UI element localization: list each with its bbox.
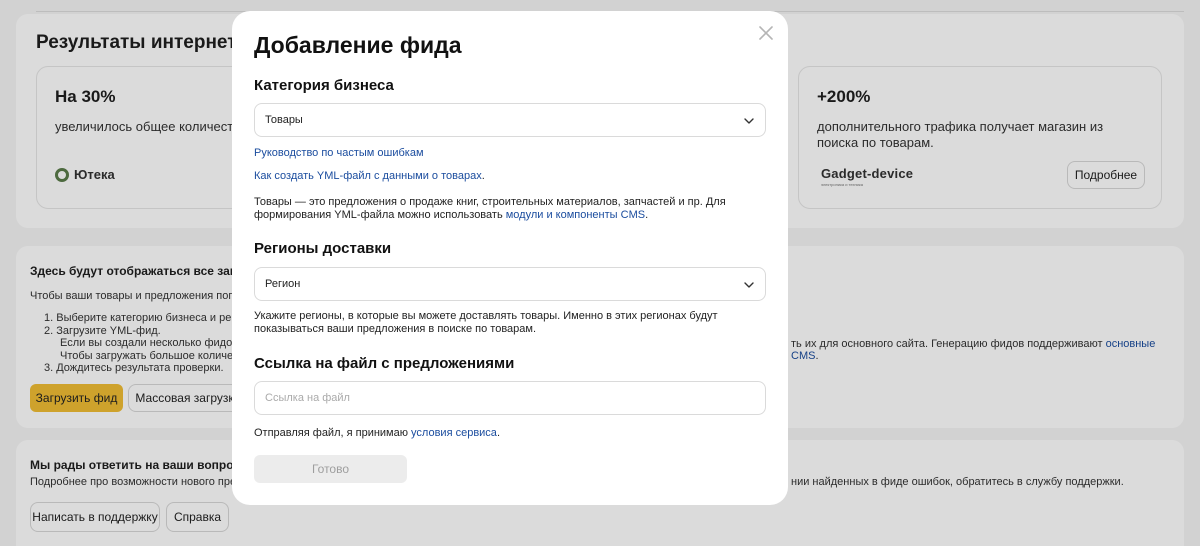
category-info-end: . bbox=[645, 209, 649, 221]
add-feed-modal: Добавление фида Категория бизнеса Товары… bbox=[232, 11, 788, 505]
category-info-text: Товары — это предложения о продаже книг,… bbox=[254, 196, 726, 221]
yml-link-end: . bbox=[481, 170, 485, 182]
regions-info: Укажите регионы, в которые вы можете дос… bbox=[254, 310, 718, 335]
region-select-value: Регион bbox=[265, 278, 301, 290]
regions-section-title: Регионы доставки bbox=[254, 240, 392, 257]
agreement-text: Отправляя файл, я принимаю условия серви… bbox=[254, 427, 764, 440]
close-button[interactable] bbox=[758, 25, 774, 41]
category-select-value: Товары bbox=[265, 114, 303, 126]
category-info: Товары — это предложения о продаже книг,… bbox=[254, 196, 764, 222]
modal-title: Добавление фида bbox=[254, 32, 462, 58]
chevron-down-icon bbox=[744, 282, 754, 288]
agreement-end: . bbox=[496, 427, 500, 439]
service-terms-link[interactable]: условия сервиса bbox=[411, 427, 497, 439]
region-select[interactable]: Регион bbox=[254, 267, 766, 301]
done-button[interactable]: Готово bbox=[254, 455, 407, 483]
close-icon bbox=[759, 26, 773, 40]
common-errors-guide-link[interactable]: Руководство по частым ошибкам bbox=[254, 147, 424, 159]
yml-guide: Как создать YML-файл с данными о товарах… bbox=[254, 170, 485, 182]
cms-modules-link[interactable]: модули и компоненты CMS bbox=[506, 209, 645, 221]
chevron-down-icon bbox=[744, 118, 754, 124]
category-section-title: Категория бизнеса bbox=[254, 77, 394, 94]
create-yml-link[interactable]: Как создать YML-файл с данными о товарах bbox=[254, 170, 482, 182]
file-link-input[interactable] bbox=[254, 381, 766, 415]
file-link-section-title: Ссылка на файл с предложениями bbox=[254, 355, 515, 372]
category-select[interactable]: Товары bbox=[254, 103, 766, 137]
agreement-label: Отправляя файл, я принимаю bbox=[254, 427, 412, 439]
